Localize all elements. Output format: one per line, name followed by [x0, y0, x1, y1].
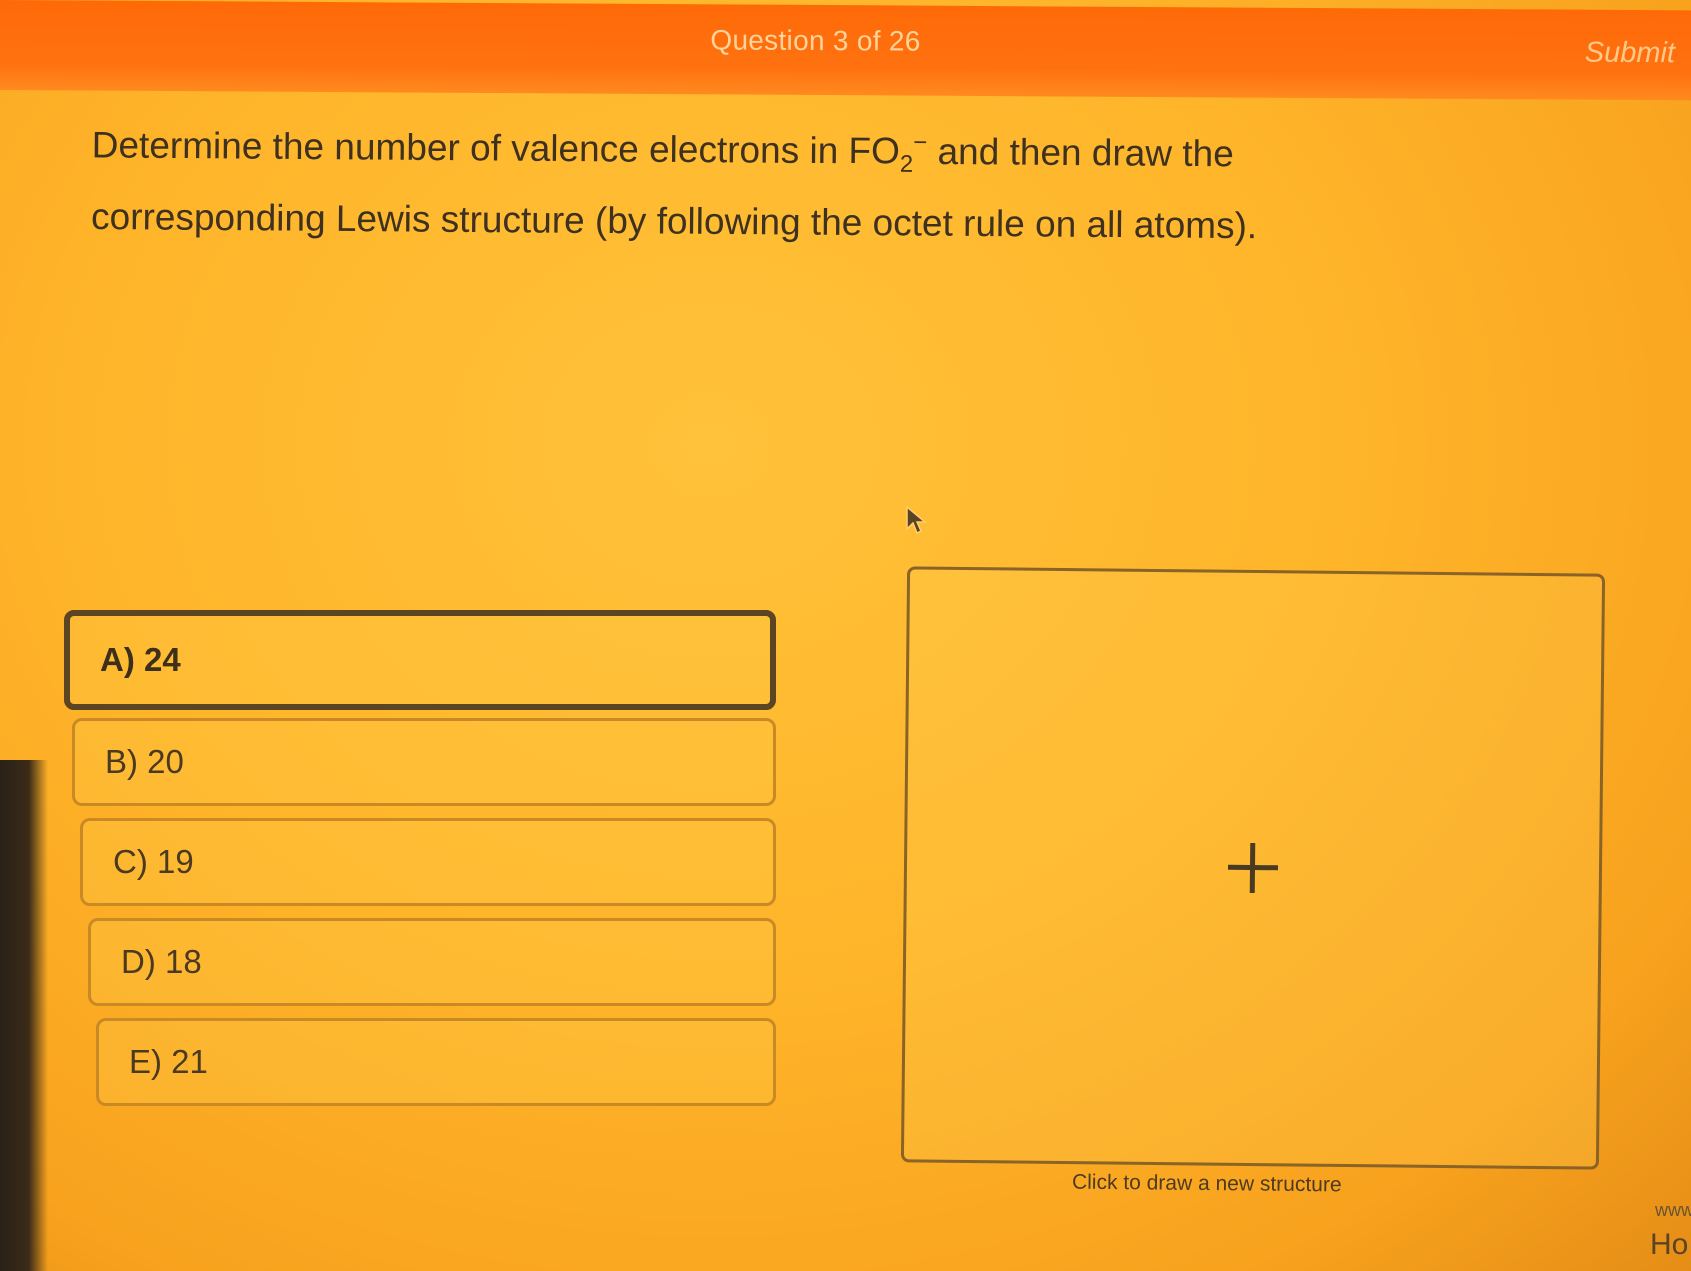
option-c-label: C) 19 — [113, 843, 194, 880]
option-a-label: A) 24 — [100, 641, 181, 678]
option-d[interactable]: D) 18 — [88, 918, 776, 1006]
option-d-label: D) 18 — [121, 943, 202, 980]
header-bar: Question 3 of 26 Submit — [0, 0, 1691, 101]
drawing-area-caption[interactable]: Click to draw a new structure — [1072, 1171, 1342, 1198]
answer-options: A) 24 B) 20 C) 19 D) 18 E) 21 — [64, 610, 776, 1118]
formula-base: FO — [848, 130, 901, 172]
monitor-bezel — [0, 760, 48, 1271]
offscreen-text-ho: Ho — [1650, 1228, 1689, 1261]
option-b-label: B) 20 — [105, 743, 184, 780]
question-text-before: Determine the number of valence electron… — [91, 124, 849, 172]
plus-icon[interactable] — [1228, 843, 1279, 894]
option-e-label: E) 21 — [129, 1043, 208, 1080]
offscreen-text-www: www — [1655, 1200, 1691, 1220]
formula-charge: − — [913, 129, 928, 157]
quiz-screen: Question 3 of 26 Submit Determine the nu… — [0, 0, 1691, 1271]
formula-subscript: 2 — [899, 151, 914, 179]
option-c[interactable]: C) 19 — [80, 818, 776, 906]
option-b[interactable]: B) 20 — [72, 718, 776, 806]
mouse-cursor-icon — [906, 505, 927, 535]
question-prompt: Determine the number of valence electron… — [91, 108, 1392, 256]
option-e[interactable]: E) 21 — [96, 1018, 776, 1106]
submit-button[interactable]: Submit — [1579, 36, 1681, 72]
question-counter: Question 3 of 26 — [710, 24, 921, 57]
chemical-formula: FO2− — [848, 129, 928, 178]
structure-drawing-area[interactable] — [900, 566, 1606, 1170]
option-a[interactable]: A) 24 — [64, 610, 776, 710]
